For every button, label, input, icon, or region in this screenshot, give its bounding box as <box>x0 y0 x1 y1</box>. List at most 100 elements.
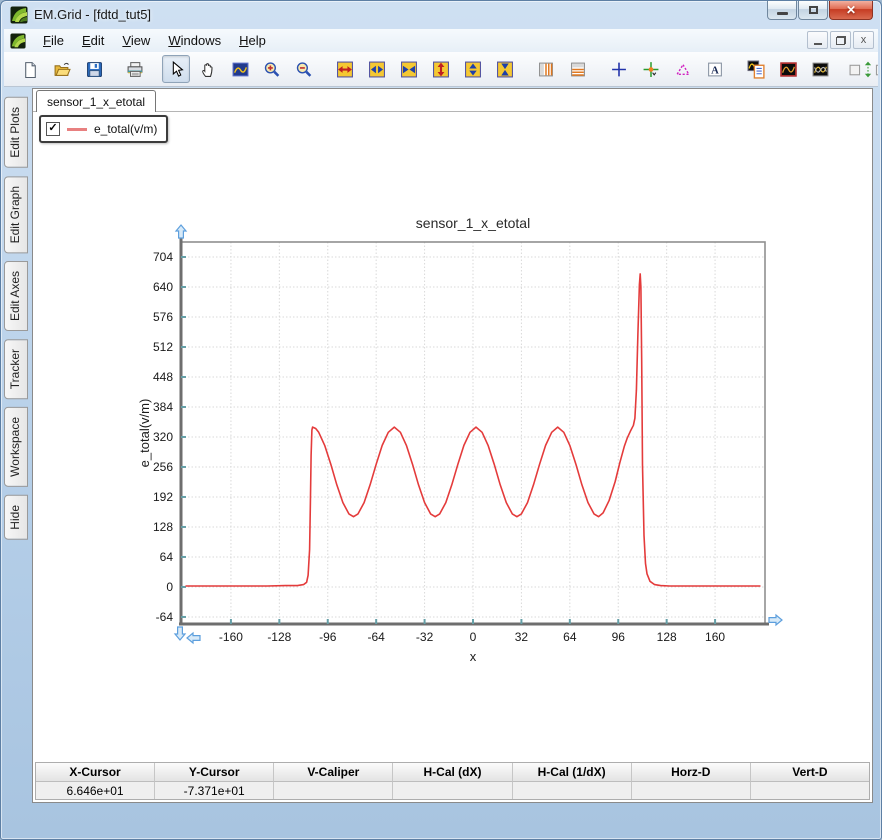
crosshair-button[interactable] <box>605 55 633 83</box>
tracker-button[interactable] <box>637 55 665 83</box>
x-axis-label: x <box>470 649 477 664</box>
expand-vertical-button[interactable] <box>459 55 487 83</box>
svg-text:-64: -64 <box>156 610 174 624</box>
open-file-button[interactable] <box>48 55 76 83</box>
svg-text:320: 320 <box>153 430 173 444</box>
axis-down-arrow[interactable] <box>175 627 185 640</box>
side-tab-hide[interactable]: Hide <box>4 495 28 540</box>
tab-sensor-1-x-etotal[interactable]: sensor_1_x_etotal <box>36 90 156 112</box>
side-tab-strip: Edit Plots Edit Graph Edit Axes Tracker Work… <box>4 88 32 801</box>
side-tab-edit-plots[interactable]: Edit Plots <box>4 97 28 168</box>
axis-right-arrow[interactable] <box>769 615 782 625</box>
svg-text:96: 96 <box>612 630 626 644</box>
status-value-2 <box>273 782 392 799</box>
plot-tab-strip: sensor_1_x_etotal <box>33 89 872 112</box>
child-minimize-icon <box>814 43 822 45</box>
zoom-out-button[interactable] <box>290 55 318 83</box>
menu-help[interactable]: Help <box>230 30 275 51</box>
select-cursor-button[interactable] <box>162 55 190 83</box>
legend-checkbox[interactable]: ✓ <box>46 122 60 136</box>
svg-text:512: 512 <box>153 340 173 354</box>
plot-window: sensor_1_x_etotal ✓ e_total(v/m) -160-12… <box>32 88 873 803</box>
legend-box[interactable]: ✓ e_total(v/m) <box>39 115 168 143</box>
status-value-3 <box>392 782 511 799</box>
svg-text:128: 128 <box>153 520 173 534</box>
close-button[interactable]: ✕ <box>829 1 873 20</box>
svg-text:128: 128 <box>657 630 677 644</box>
child-minimize-button[interactable] <box>807 31 828 49</box>
window-title: EM.Grid - [fdtd_tut5] <box>34 7 151 22</box>
child-close-button[interactable]: x <box>853 31 874 49</box>
title-bar[interactable]: EM.Grid - [fdtd_tut5] ✕ <box>1 1 881 29</box>
svg-text:448: 448 <box>153 370 173 384</box>
text-annotation-button[interactable]: A <box>701 55 729 83</box>
new-document-button[interactable] <box>16 55 44 83</box>
single-plot-button[interactable] <box>774 55 802 83</box>
status-value-5 <box>631 782 750 799</box>
legend-series-label: e_total(v/m) <box>94 122 157 136</box>
child-restore-button[interactable] <box>830 31 851 49</box>
menu-view[interactable]: View <box>113 30 159 51</box>
minimize-button[interactable] <box>767 1 797 20</box>
menu-windows[interactable]: Windows <box>159 30 230 51</box>
compress-vertical-button[interactable] <box>491 55 519 83</box>
status-col-vert-d: Vert-D <box>750 763 869 782</box>
stretch-horizontal-button[interactable] <box>331 55 359 83</box>
status-col-horz-d: Horz-D <box>631 763 750 782</box>
pan-hand-button[interactable] <box>194 55 222 83</box>
zoom-in-button[interactable] <box>258 55 286 83</box>
menu-bar: FileEditViewWindowsHelp x <box>4 29 878 53</box>
svg-text:576: 576 <box>153 310 173 324</box>
side-tab-workspace[interactable]: Workspace <box>4 407 28 487</box>
minimize-icon <box>777 12 788 15</box>
save-file-button[interactable] <box>80 55 108 83</box>
side-tab-edit-axes[interactable]: Edit Axes <box>4 261 28 331</box>
svg-text:0: 0 <box>166 580 173 594</box>
svg-text:32: 32 <box>515 630 529 644</box>
vertical-gridlines-button[interactable] <box>532 55 560 83</box>
multi-plot-button[interactable] <box>806 55 834 83</box>
svg-text:640: 640 <box>153 280 173 294</box>
application-window: EM.Grid - [fdtd_tut5] ✕ FileEditViewWind… <box>0 0 882 840</box>
status-col-v-caliper: V-Caliper <box>273 763 392 782</box>
emgrid-logo-icon <box>10 6 28 24</box>
chart-canvas[interactable]: -160-128-96-64-320326496128160-640641281… <box>121 197 821 697</box>
cursor-status-table: X-CursorY-CursorV-CaliperH-Cal (dX)H-Cal… <box>35 762 870 800</box>
compress-horizontal-button[interactable] <box>395 55 423 83</box>
svg-text:64: 64 <box>563 630 577 644</box>
edit-legend-button[interactable] <box>742 55 770 83</box>
svg-text:704: 704 <box>153 250 173 264</box>
svg-text:0: 0 <box>470 630 477 644</box>
caliper-triangle-button[interactable] <box>669 55 697 83</box>
axis-left-arrow[interactable] <box>187 633 200 643</box>
svg-text:64: 64 <box>160 550 174 564</box>
svg-text:A: A <box>711 65 719 76</box>
stretch-vertical-button[interactable] <box>427 55 455 83</box>
horizontal-gridlines-button[interactable] <box>564 55 592 83</box>
status-value-1: -7.371e+01 <box>154 782 273 799</box>
maximize-button[interactable] <box>798 1 828 20</box>
status-col-h-cal-1-dx-: H-Cal (1/dX) <box>512 763 631 782</box>
child-close-icon: x <box>861 34 867 46</box>
print-button[interactable] <box>121 55 149 83</box>
svg-text:-96: -96 <box>319 630 337 644</box>
menu-file[interactable]: File <box>34 30 73 51</box>
status-col-y-cursor: Y-Cursor <box>154 763 273 782</box>
close-icon: ✕ <box>846 3 856 17</box>
series-e-total-v-m- <box>186 274 761 586</box>
side-tab-tracker[interactable]: Tracker <box>4 339 28 399</box>
fit-vertical-group-button[interactable] <box>847 55 878 83</box>
chart-title: sensor_1_x_etotal <box>416 215 530 231</box>
child-window-icon[interactable] <box>10 33 26 49</box>
status-col-x-cursor: X-Cursor <box>36 763 154 782</box>
menu-edit[interactable]: Edit <box>73 30 113 51</box>
svg-text:256: 256 <box>153 460 173 474</box>
expand-horizontal-button[interactable] <box>363 55 391 83</box>
side-tab-edit-graph[interactable]: Edit Graph <box>4 176 28 253</box>
status-value-4 <box>512 782 631 799</box>
axis-up-arrow[interactable] <box>176 225 186 238</box>
svg-text:-128: -128 <box>267 630 291 644</box>
svg-text:-64: -64 <box>367 630 385 644</box>
zoom-region-button[interactable] <box>226 55 254 83</box>
legend-line-sample <box>67 128 87 131</box>
